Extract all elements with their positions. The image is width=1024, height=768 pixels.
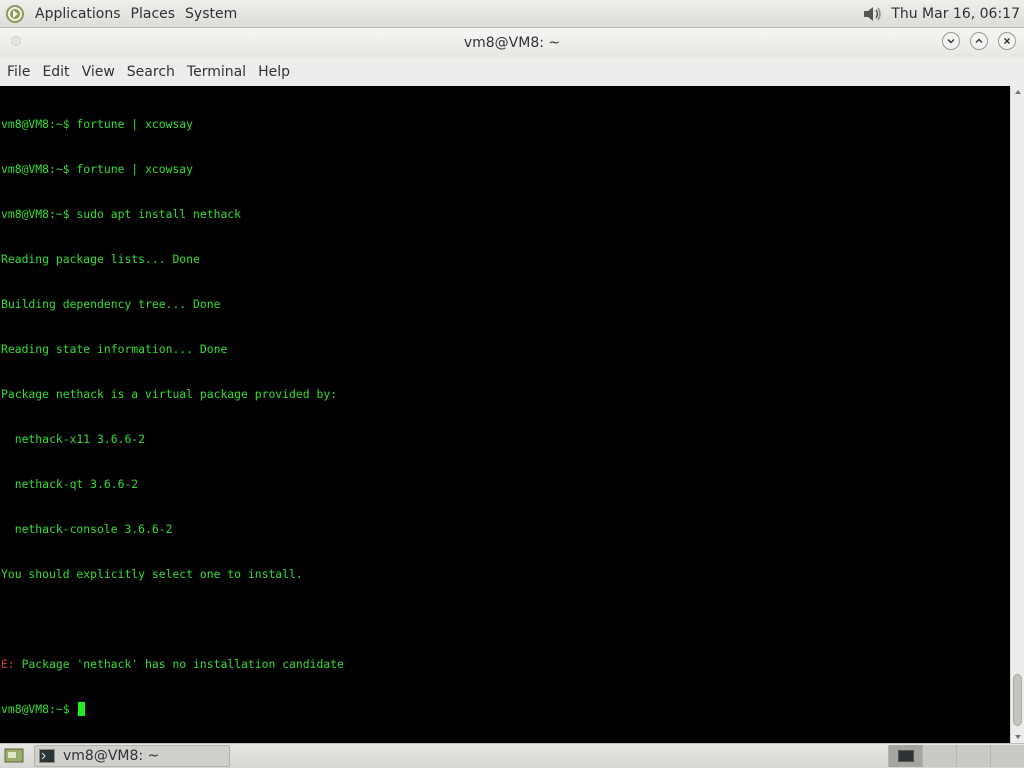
terminal-line: Package nethack is a virtual package pro… xyxy=(1,387,338,401)
terminal-line: nethack-qt 3.6.6-2 xyxy=(1,477,139,491)
distro-logo-icon[interactable] xyxy=(5,4,25,24)
scroll-down-arrow-icon[interactable] xyxy=(1014,733,1022,741)
volume-icon[interactable] xyxy=(861,4,885,24)
minimize-button[interactable] xyxy=(942,32,960,50)
workspace-3[interactable] xyxy=(956,745,990,767)
menu-terminal[interactable]: Terminal xyxy=(181,64,252,80)
workspace-2[interactable] xyxy=(922,745,956,767)
top-panel: Applications Places System Thu Mar 16, 0… xyxy=(0,0,1024,28)
menu-edit[interactable]: Edit xyxy=(36,64,75,80)
terminal-line: vm8@VM8:~$ sudo apt install nethack xyxy=(1,207,242,221)
terminal-line: nethack-x11 3.6.6-2 xyxy=(1,432,146,446)
terminal-scrollbar[interactable] xyxy=(1010,86,1024,743)
scrollbar-thumb[interactable] xyxy=(1013,674,1022,726)
shell-prompt: vm8@VM8:~$ xyxy=(1,702,70,716)
menu-help[interactable]: Help xyxy=(252,64,296,80)
terminal-line: Reading package lists... Done xyxy=(1,252,200,266)
terminal-line: nethack-console 3.6.6-2 xyxy=(1,522,173,536)
window-title: vm8@VM8: ~ xyxy=(463,35,561,51)
workspace-1[interactable] xyxy=(888,745,922,767)
menu-search[interactable]: Search xyxy=(121,64,181,80)
window-titlebar[interactable]: vm8@VM8: ~ xyxy=(0,28,1024,58)
clock[interactable]: Thu Mar 16, 06:17 xyxy=(891,6,1020,22)
terminal-line: Building dependency tree... Done xyxy=(1,297,221,311)
task-label: vm8@VM8: ~ xyxy=(63,748,160,764)
applications-menu[interactable]: Applications xyxy=(31,6,125,22)
places-menu[interactable]: Places xyxy=(127,6,180,22)
terminal-line: vm8@VM8:~$ fortune | xcowsay xyxy=(1,162,194,176)
maximize-button[interactable] xyxy=(970,32,988,50)
close-button[interactable] xyxy=(998,32,1016,50)
terminal-line: vm8@VM8:~$ fortune | xcowsay xyxy=(1,117,194,131)
window-menu-icon[interactable] xyxy=(11,36,21,46)
close-icon xyxy=(1004,38,1010,44)
workspace-window-thumbnail xyxy=(897,750,914,762)
show-desktop-button[interactable] xyxy=(2,745,26,767)
menu-view[interactable]: View xyxy=(76,64,121,80)
terminal-output[interactable]: vm8@VM8:~$ fortune | xcowsay vm8@VM8:~$ … xyxy=(0,86,1010,743)
terminal-menubar: File Edit View Search Terminal Help xyxy=(0,58,1024,86)
terminal-error-line: E: Package 'nethack' has no installation… xyxy=(1,657,1010,672)
workspace-4[interactable] xyxy=(990,745,1024,767)
scroll-up-arrow-icon[interactable] xyxy=(1014,88,1022,96)
chevron-up-icon xyxy=(975,38,983,43)
system-menu[interactable]: System xyxy=(181,6,241,22)
terminal-line: You should explicitly select one to inst… xyxy=(1,567,303,581)
error-prefix: E: xyxy=(1,657,15,671)
terminal-prompt-line: vm8@VM8:~$ xyxy=(1,702,1010,717)
bottom-panel: vm8@VM8: ~ xyxy=(0,743,1024,768)
taskbar-terminal-task[interactable]: vm8@VM8: ~ xyxy=(34,745,230,767)
text-cursor xyxy=(78,702,86,716)
terminal-line: Reading state information... Done xyxy=(1,342,228,356)
menu-file[interactable]: File xyxy=(1,64,36,80)
terminal-icon xyxy=(39,749,55,763)
chevron-down-icon xyxy=(947,39,955,44)
window-controls xyxy=(942,32,1016,50)
desktop-icon xyxy=(4,748,24,763)
error-message: Package 'nethack' has no installation ca… xyxy=(21,657,344,671)
